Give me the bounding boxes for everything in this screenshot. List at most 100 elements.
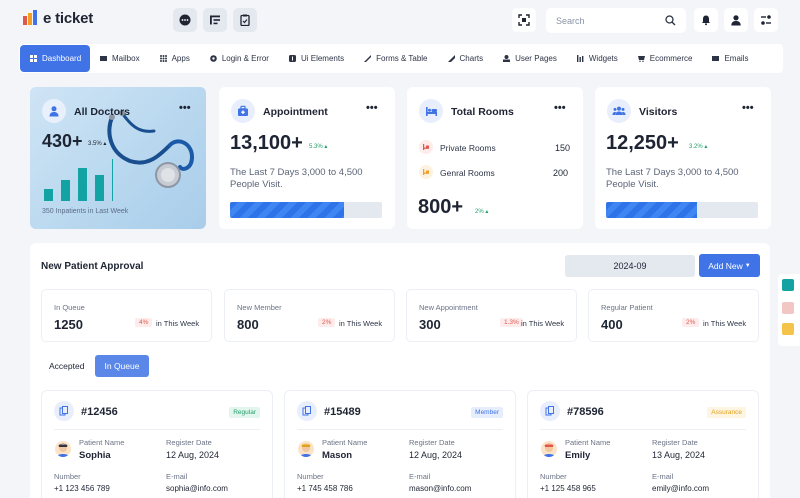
queue-stat-card: New Member 800 2% in This Week: [224, 289, 395, 342]
image-widget-icon[interactable]: [782, 302, 794, 314]
fullscreen-icon: [518, 14, 530, 26]
appointment-progress-fill: [230, 202, 344, 218]
nav-item-label: Dashboard: [42, 54, 82, 63]
doctors-caption: 350 Inpatients in Last Week: [42, 208, 129, 215]
doctors-bar: [44, 189, 53, 201]
visitors-desc: The Last 7 Days 3,000 to 4,500 People Vi…: [606, 167, 739, 190]
visitors-progress: [606, 202, 758, 218]
month-picker[interactable]: 2024-09: [565, 255, 695, 277]
appointment-more-button[interactable]: •••: [366, 102, 378, 114]
queue-stat-value: 800: [237, 317, 259, 332]
toggle-dots-icon: [761, 15, 771, 25]
queue-stat-card: In Queue 1250 4% in This Week: [41, 289, 212, 342]
nav-item-apps[interactable]: Apps: [150, 45, 200, 72]
nav-item-label: Login & Error: [221, 54, 269, 63]
dashboard-icon: [30, 55, 37, 62]
doctors-title: All Doctors: [74, 106, 131, 118]
patient-card[interactable]: #15489 Member Patient Name Mason Register Da…: [284, 390, 516, 498]
notifications-button[interactable]: [694, 8, 718, 32]
register-date-label: Register Date: [652, 438, 698, 447]
patient-card[interactable]: #12456 Regular Patient Name Sophia Register …: [41, 390, 273, 498]
search-input[interactable]: Search: [556, 16, 585, 26]
nav-item-login-error[interactable]: Login & Error: [200, 45, 279, 72]
logo-icon: [22, 9, 40, 27]
profile-button[interactable]: [724, 8, 748, 32]
patient-type-badge: Regular: [229, 407, 260, 418]
nav-item-widgets[interactable]: Widgets: [567, 45, 628, 72]
patient-name: Mason: [322, 450, 353, 461]
main-nav: Dashboard Mailbox Apps Login & Error Ui Elem…: [19, 44, 783, 73]
appointment-icon-box: [231, 99, 255, 123]
rooms-title: Total Rooms: [451, 106, 514, 118]
layout-icon: [210, 15, 220, 25]
all-doctors-card: All Doctors ••• 430+ 3.5% ▴ 350 Inpatien…: [30, 87, 206, 229]
nav-item-ui-elements[interactable]: Ui Elements: [279, 45, 354, 72]
patient-approval-panel: New Patient Approval 2024-09 Add New ▼ In…: [30, 243, 770, 498]
queue-stat-card: Regular Patient 400 2% in This Week: [588, 289, 759, 342]
settings-toggle-button[interactable]: [754, 8, 778, 32]
chat-icon: [179, 14, 191, 26]
private-rooms-label: Private Rooms: [440, 143, 496, 153]
patient-type-badge: Member: [471, 407, 503, 418]
nav-item-label: User Pages: [515, 54, 557, 63]
money-widget-icon[interactable]: [782, 279, 794, 291]
chat-button[interactable]: [173, 8, 197, 32]
patient-card[interactable]: #78596 Assurance Patient Name Emily Register…: [527, 390, 759, 498]
appointment-change: 5.3% ▴: [309, 144, 328, 150]
appointment-title: Appointment: [263, 106, 328, 118]
nav-item-user-pages[interactable]: User Pages: [493, 45, 567, 72]
register-date: 12 Aug, 2024: [166, 450, 220, 460]
register-date: 12 Aug, 2024: [409, 450, 463, 460]
add-new-button[interactable]: Add New ▼: [699, 254, 760, 277]
patient-name: Sophia: [79, 450, 111, 461]
apps-icon: [159, 55, 167, 62]
visitors-progress-fill: [606, 202, 698, 218]
layout-button[interactable]: [203, 8, 227, 32]
emails-icon: [712, 55, 720, 62]
tab-in-queue-label: In Queue: [104, 361, 140, 371]
search-box[interactable]: Search: [546, 8, 686, 33]
folder-widget-icon[interactable]: [782, 323, 794, 335]
patient-id: #15489: [324, 406, 361, 418]
tab-in-queue[interactable]: In Queue: [95, 355, 149, 377]
queue-stat-note: in This Week: [156, 319, 200, 328]
add-new-label: Add New: [708, 260, 743, 271]
appointment-card: Appointment ••• 13,100+ 5.3% ▴ The Last …: [219, 87, 395, 229]
visitors-value: 12,250+: [606, 132, 679, 154]
nav-item-charts[interactable]: Charts: [438, 45, 494, 72]
queue-stat-change: 4%: [135, 318, 153, 327]
forms-icon: [364, 55, 372, 62]
brand-logo[interactable]: e ticket: [22, 9, 93, 27]
patient-name: Emily: [565, 450, 591, 461]
briefcase-icon: [238, 105, 248, 116]
visitors-card: Visitors ••• 12,250+ 3.2% ▴ The Last 7 D…: [595, 87, 771, 229]
clipboard-icon: [240, 14, 250, 26]
visitors-more-button[interactable]: •••: [742, 102, 754, 114]
doctor-icon-box: [42, 99, 66, 123]
search-icon[interactable]: [665, 15, 676, 26]
nav-item-emails[interactable]: Emails: [702, 45, 758, 72]
clipboard-button[interactable]: [233, 8, 257, 32]
number-label: Number: [54, 472, 81, 481]
rooms-change: 2% ▴: [475, 209, 489, 215]
nav-item-dashboard[interactable]: Dashboard: [20, 45, 90, 72]
queue-stat-value: 400: [601, 317, 623, 332]
ecommerce-icon: [637, 55, 645, 62]
divider: [540, 429, 746, 430]
doctors-bar: [61, 180, 70, 201]
widgets-icon: [576, 55, 584, 62]
queue-stat-label: New Appointment: [419, 303, 478, 312]
patient-file-icon: [540, 401, 560, 421]
nav-item-forms-table[interactable]: Forms & Table: [354, 45, 437, 72]
fullscreen-button[interactable]: [512, 8, 536, 32]
appointment-desc: The Last 7 Days 3,000 to 4,500 People Vi…: [230, 167, 363, 190]
rooms-more-button[interactable]: •••: [554, 102, 566, 114]
doctors-more-button[interactable]: •••: [179, 102, 191, 114]
nav-item-mailbox[interactable]: Mailbox: [90, 45, 150, 72]
login-icon: [210, 55, 217, 62]
doctors-mini-chart: [44, 159, 113, 201]
patient-file-icon: [54, 401, 74, 421]
nav-item-ecommerce[interactable]: Ecommerce: [628, 45, 703, 72]
visitors-icon-box: [607, 99, 631, 123]
tab-accepted[interactable]: Accepted: [41, 356, 92, 376]
